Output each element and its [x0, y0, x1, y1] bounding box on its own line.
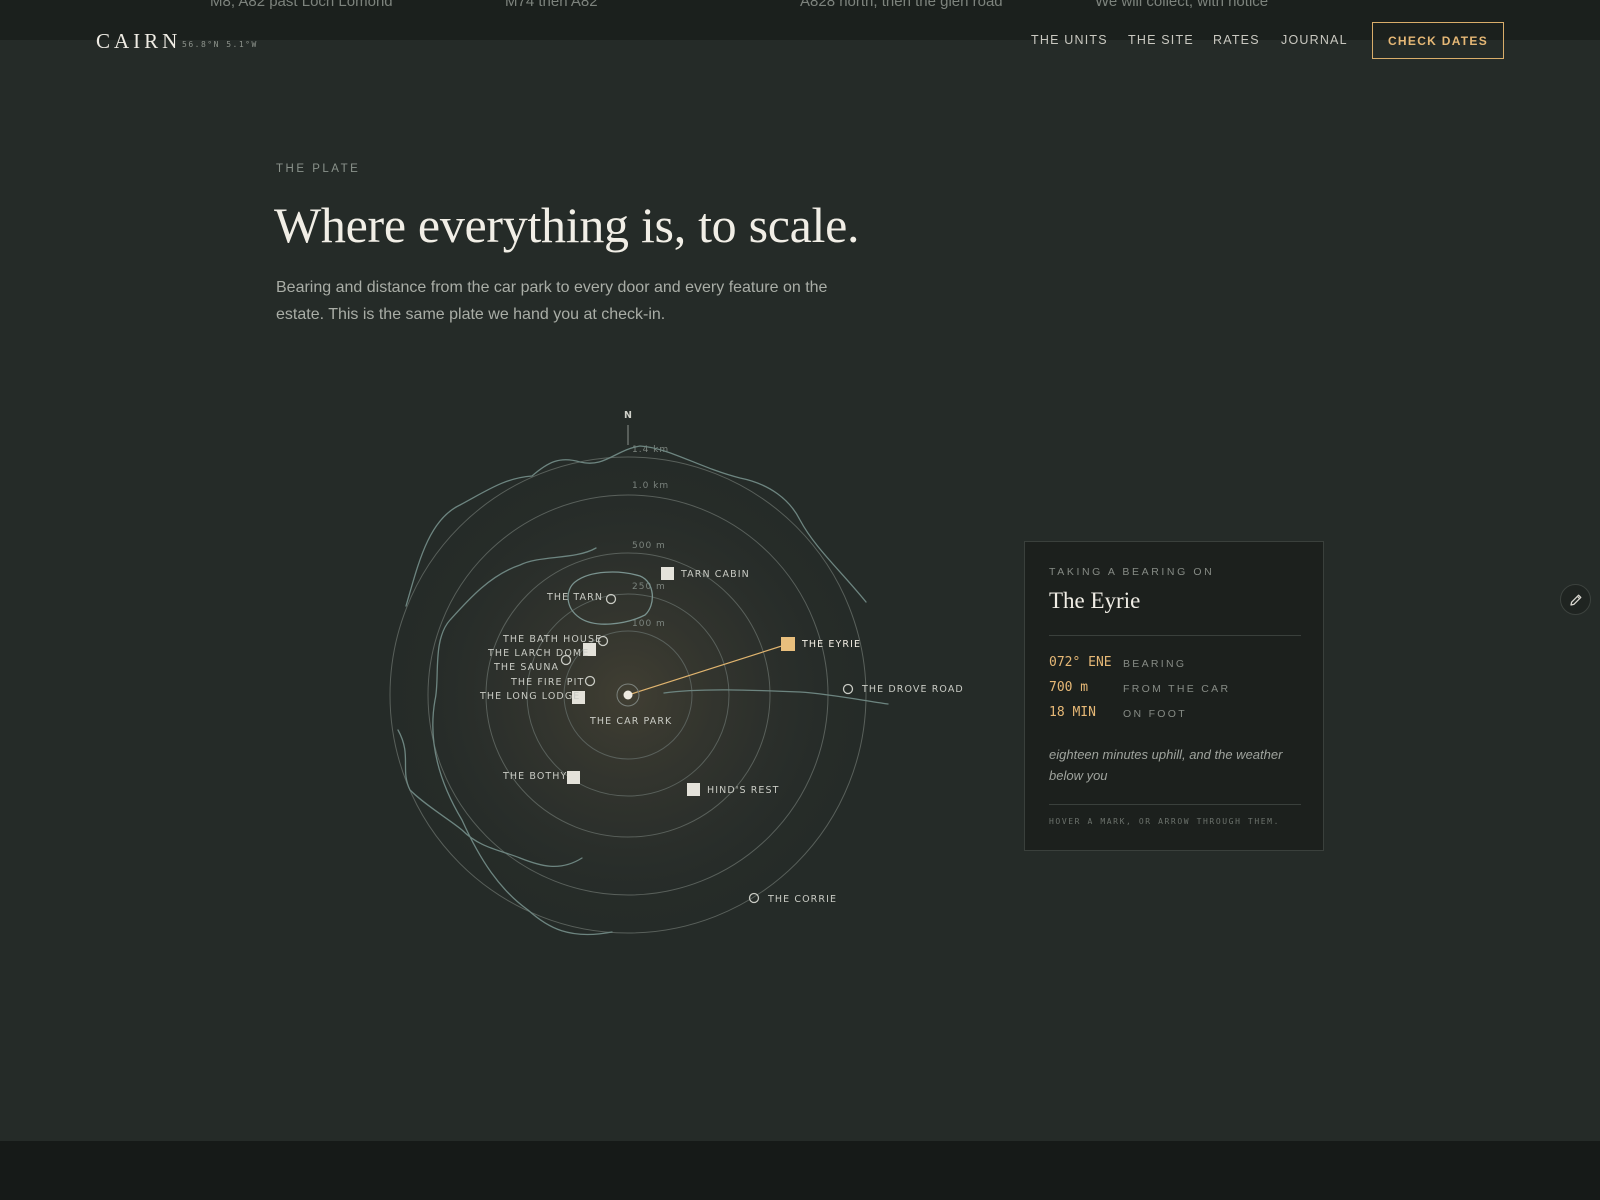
stat-bearing-value: 072° ENE [1049, 655, 1112, 670]
unit-marker-the-bothy[interactable] [567, 771, 580, 784]
place-label: TARN CABIN [680, 569, 750, 580]
place-label: THE DROVE ROAD [861, 684, 964, 695]
place-label-selected: THE EYRIE [801, 639, 861, 650]
estate-map: 1.4 km 1.0 km 500 m 250 m 100 m N THE CA… [378, 410, 964, 945]
bearing-card-note: eighteen minutes uphill, and the weather… [1049, 747, 1283, 783]
pencil-icon [1569, 594, 1581, 606]
divider [1049, 635, 1301, 636]
north-label: N [624, 410, 632, 421]
stat-time-key: ON FOOT [1123, 708, 1187, 720]
edit-button[interactable] [1560, 584, 1591, 615]
place-label: THE BOTHY [502, 771, 567, 782]
car-park-marker[interactable] [623, 690, 633, 700]
bearing-card-hint: HOVER A MARK, OR ARROW THROUGH THEM. [1049, 817, 1280, 826]
place-label: THE TARN [546, 592, 603, 603]
place-label: THE BATH HOUSE [502, 634, 602, 645]
stat-time-value: 18 MIN [1049, 705, 1096, 720]
car-park-label: THE CAR PARK [589, 716, 672, 727]
unit-marker-hinds-rest[interactable] [687, 783, 700, 796]
place-label: THE FIRE PIT [510, 677, 584, 688]
bearing-card-eyebrow: TAKING A BEARING ON [1049, 566, 1215, 578]
ring-label: 500 m [632, 541, 666, 551]
stat-distance-key: FROM THE CAR [1123, 683, 1231, 695]
place-label: THE LONG LODGE [479, 691, 580, 702]
stat-distance-value: 700 m [1049, 680, 1089, 695]
unit-marker-the-eyrie[interactable] [781, 637, 795, 651]
place-label: HIND'S REST [707, 785, 780, 796]
divider [1049, 804, 1301, 805]
bearing-card-title: The Eyrie [1049, 588, 1141, 613]
ring-label: 100 m [632, 619, 666, 629]
stat-bearing-key: BEARING [1123, 658, 1187, 670]
next-section-band [0, 1141, 1600, 1200]
bearing-card: TAKING A BEARING ON The Eyrie 072° ENE B… [1024, 541, 1324, 851]
ring-label: 1.0 km [632, 481, 669, 491]
unit-marker-tarn-cabin[interactable] [661, 567, 674, 580]
place-label: THE SAUNA [493, 662, 559, 673]
place-label: THE LARCH DOME [487, 648, 589, 659]
place-label: THE CORRIE [767, 894, 837, 905]
